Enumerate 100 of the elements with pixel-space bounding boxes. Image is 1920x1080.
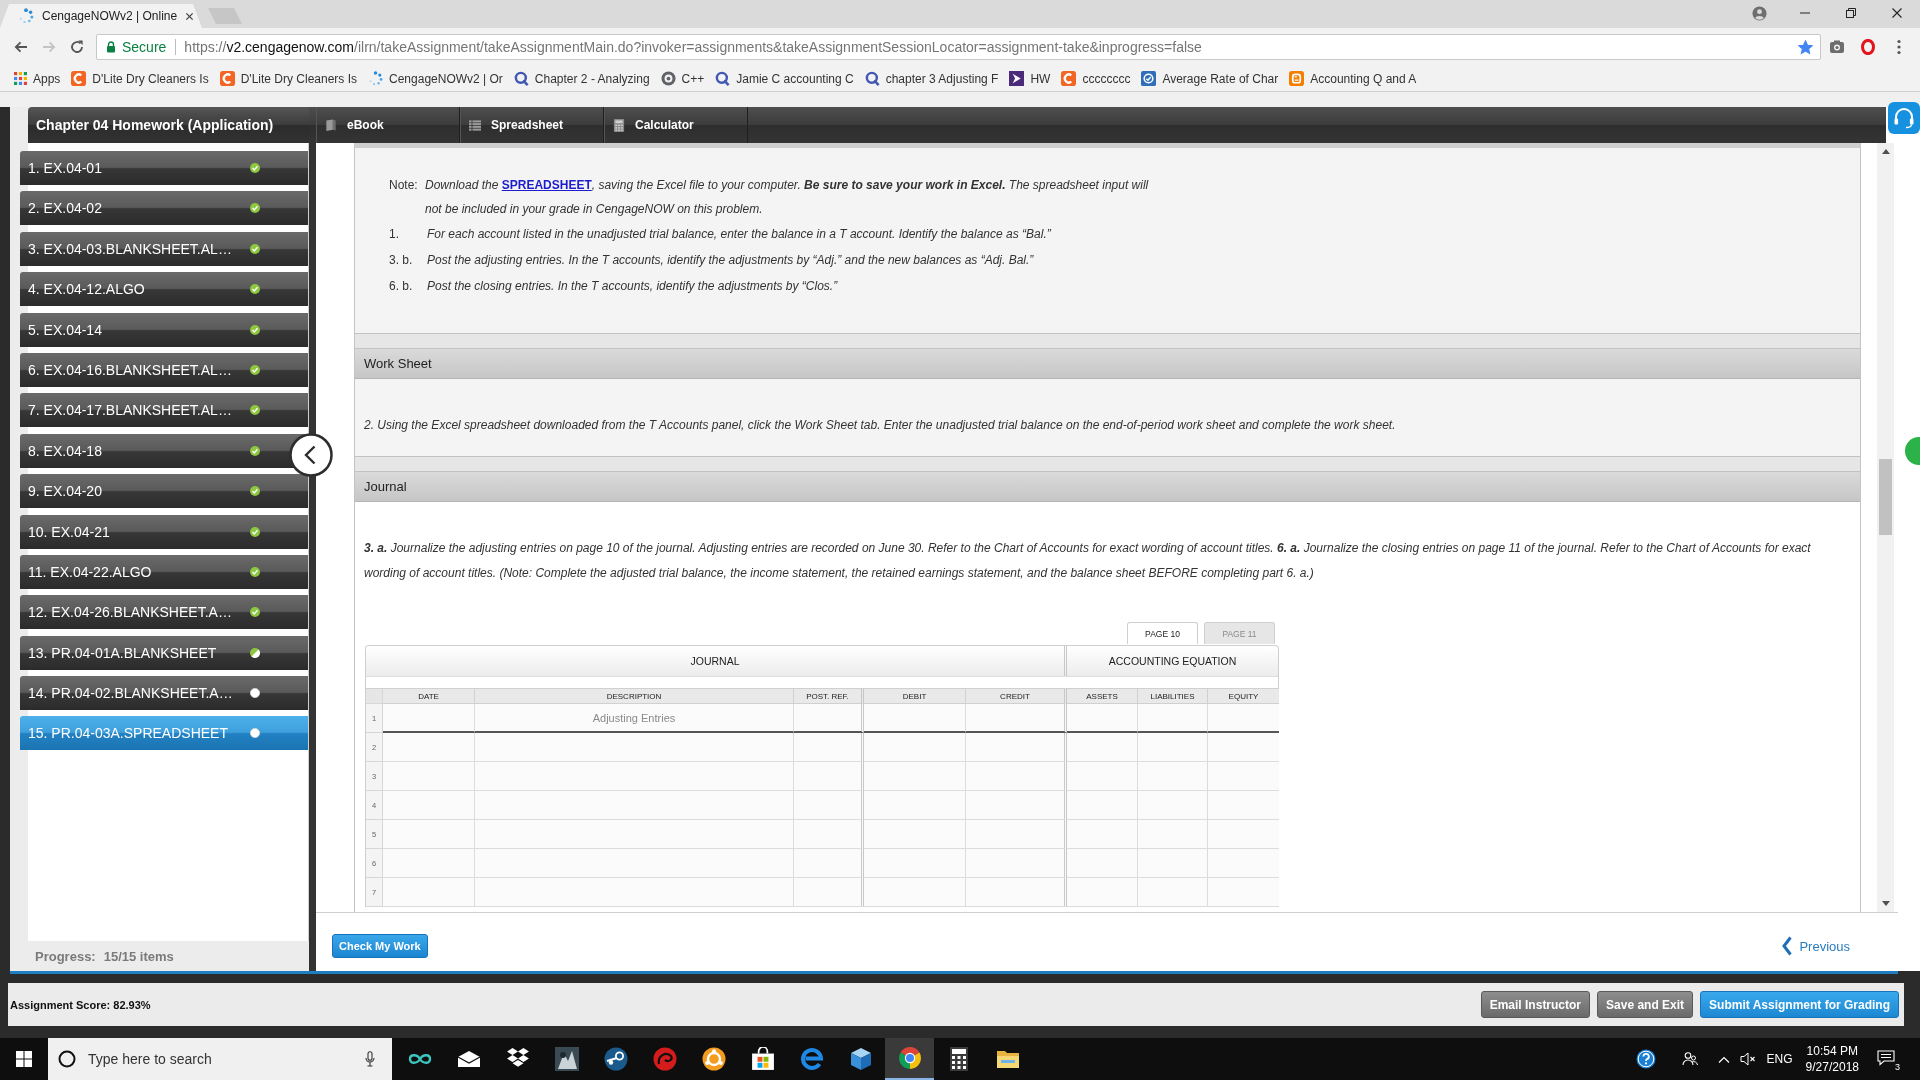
column-header: DEBIT [864,688,966,704]
sidebar-item[interactable]: 11. EX.04-22.ALGO [20,554,308,589]
group-header: ACCOUNTING EQUATION [1067,646,1278,677]
collapse-icon[interactable] [289,433,333,477]
sidebar-item[interactable]: 13. PR.04-01A.BLANKSHEET [20,635,308,670]
help-icon[interactable] [1635,1049,1656,1069]
muted-speaker-icon[interactable] [1739,1052,1756,1066]
bookmark-link[interactable]: C++ [660,71,705,86]
close-icon[interactable] [185,11,195,21]
bookmark-link[interactable]: Accounting Q and A [1289,71,1417,86]
sidebar-item[interactable]: 12. EX.04-26.BLANKSHEET.A… [20,595,308,630]
menu-icon[interactable] [1896,39,1901,55]
action-button[interactable]: Email Instructor [1480,991,1591,1018]
gear-icon [660,71,676,86]
sidebar-item[interactable]: 1. EX.04-01 [20,151,308,185]
scroll-up-icon[interactable] [1881,149,1890,154]
piston-disc-icon [603,1047,628,1071]
close-icon[interactable] [1892,8,1902,18]
arc-tile-icon [71,71,87,86]
url-text: https://v2.cengagenow.com/ilrn/takeAssignment/takeAssignmentMain.do?invoker=assignments&takeAssignmentSessionLocator=assignment-take&inprogress=false [184,39,1203,55]
swoosh-icon [799,1047,824,1071]
bookmark-link[interactable]: cccccccc [1061,71,1131,86]
group-header: JOURNAL [366,646,1067,677]
sidebar-item[interactable]: 10. EX.04-21 [20,514,308,549]
tool-tab[interactable]: Spreadsheet [460,107,604,143]
game-picture-icon [554,1047,579,1071]
sidebar-item[interactable]: 9. EX.04-20 [20,474,308,509]
address-field[interactable]: Secure https://v2.cengagenow.com/ilrn/takeAssignment/takeAssignmentMain.do?invoker=assignments&takeAssignmentSessionLocator=assignment-take&inprogress=false [96,34,1821,60]
sidebar-item[interactable]: 4. EX.04-12.ALGO [20,272,308,307]
previous-link[interactable]: Previous [1782,936,1850,956]
apps-link[interactable]: Apps [14,71,61,86]
scrollbar-thumb[interactable] [1879,459,1892,535]
entry-field[interactable] [1208,704,1279,733]
circle-tab-icon[interactable] [1904,437,1920,465]
check-icon [250,445,260,456]
book-icon [325,118,337,132]
bookmark-link[interactable]: Jamie C accounting C [715,71,854,86]
tool-tab[interactable]: Calculator [604,107,748,143]
clock-time[interactable]: 10:54 PM [1806,1043,1858,1059]
column-header: DATE [383,688,475,704]
account-icon[interactable] [1751,5,1767,21]
action-button[interactable]: Save and Exit [1597,991,1694,1018]
scrollbar-track[interactable] [1877,143,1894,912]
spreadsheet-link[interactable]: SPREADSHEET [501,178,592,192]
camera-icon[interactable] [1828,39,1845,55]
dots-spinner-icon [368,71,383,86]
bookmark-link[interactable]: Average Rate of Char [1141,71,1279,86]
restore-icon[interactable] [1846,8,1856,18]
page-tab[interactable]: PAGE 10 [1127,622,1198,644]
instruction-text: 2. Using the Excel spreadsheet downloaded from the T Accounts panel, click the Work Sheet tab. Enter the unadjusted trial balance on the end-of-period work sheet and complete the work sheet. [364,417,1397,434]
forward-icon[interactable] [41,39,57,55]
cube-icon [848,1047,873,1071]
score-text: Assignment Score: 82.93% [10,998,151,1011]
empty-circle-icon [250,688,260,699]
bookmark-link[interactable]: HW [1009,71,1051,86]
bookmark-link[interactable]: chapter 3 Adjusting F [864,71,999,86]
caret-up-icon[interactable] [1717,1055,1730,1063]
check-icon [250,607,260,618]
taskbar-button[interactable] [885,1038,934,1080]
microphone-icon[interactable] [365,1051,375,1067]
step-number: 3. b. [389,252,414,269]
start-icon[interactable] [16,1051,32,1067]
gear-disc-icon [701,1047,726,1071]
browser-tab[interactable]: CengageNOWv2 | Online [0,4,202,28]
sidebar-item[interactable]: 7. EX.04-17.BLANKSHEET.AL… [20,393,308,428]
language-label[interactable]: ENG [1766,1052,1793,1066]
headset-icon[interactable] [1888,102,1920,134]
bookmark-link[interactable]: CengageNOWv2 | Or [368,71,503,86]
ring-tail-icon [513,71,529,86]
progress-label: Progress: [35,948,96,964]
back-icon[interactable] [13,39,29,55]
reload-icon[interactable] [69,39,85,55]
minimize-icon[interactable] [1800,12,1810,14]
star-icon[interactable] [1798,39,1813,55]
lock-icon [106,41,116,53]
check-icon [250,405,260,416]
search-field[interactable]: Type here to search [48,1038,392,1080]
sidebar-item[interactable]: 14. PR.04-02.BLANKSHEET.A… [20,676,308,711]
people-icon[interactable] [1681,1051,1698,1067]
bookmark-link[interactable]: D'Lite Dry Cleaners Is [219,71,357,86]
notification-icon[interactable] [1877,1050,1895,1066]
sidebar-item[interactable]: 5. EX.04-14 [20,312,308,347]
note-label: Note: [389,177,419,194]
check-icon [250,324,260,335]
sidebar-item[interactable]: 3. EX.04-03.BLANKSHEET.AL… [20,231,308,266]
clock-date[interactable]: 9/27/2018 [1805,1059,1859,1075]
column-header: CREDIT [966,688,1067,704]
check-icon [250,486,260,497]
bookmark-link[interactable]: D'Lite Dry Cleaners Is [71,71,209,86]
sidebar-item[interactable]: 6. EX.04-16.BLANKSHEET.AL… [20,352,308,387]
dots-spinner-icon [18,8,34,24]
note-text: Download the SPREADSHEET, saving the Excel file to your computer. Be sure to save your work in Excel. The spreadsheet input will not be included in your grade in CengageNOW on this problem. [425,177,1150,218]
bookmark-link[interactable]: Chapter 2 - Analyzing [513,71,650,86]
empty-circle-icon [250,728,260,739]
sidebar-item[interactable]: 2. EX.04-02 [20,191,308,226]
scroll-down-icon[interactable] [1881,901,1890,906]
arc-tile-icon [219,71,235,86]
ring-logo-icon[interactable] [1859,39,1876,55]
check-icon [250,203,260,214]
step-text: Post the closing entries. In the T accounts, identify the adjustments by “Clos.” [426,278,838,295]
